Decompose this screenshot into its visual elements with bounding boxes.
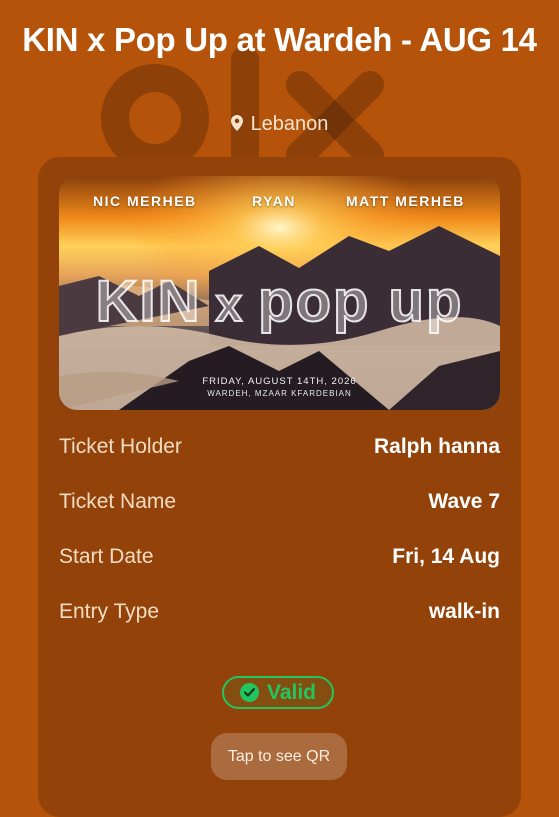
valid-status-label: Valid	[266, 680, 317, 704]
detail-value: Fri, 14 Aug	[392, 545, 500, 568]
detail-row-ticket-name: Ticket Name Wave 7	[59, 490, 500, 520]
poster-artist: MATT MERHEB	[346, 193, 465, 209]
brand-kin: KIN	[95, 268, 202, 335]
valid-status-badge: Valid	[222, 676, 334, 709]
detail-value: Wave 7	[428, 490, 500, 513]
event-title: KIN x Pop Up at Wardeh - AUG 14	[22, 21, 537, 58]
see-qr-label: Tap to see QR	[227, 747, 331, 765]
location-text: Lebanon	[250, 113, 329, 135]
poster-brand: KIN x pop up	[59, 268, 500, 335]
poster-artist: NIC MERHEB	[93, 193, 197, 209]
brand-x: x	[214, 278, 245, 333]
check-circle-icon	[239, 683, 259, 702]
detail-value: walk-in	[428, 600, 500, 623]
see-qr-button[interactable]: Tap to see QR	[211, 733, 347, 780]
detail-label: Ticket Holder	[59, 435, 182, 458]
poster-artist: RYAN	[252, 193, 296, 209]
location-pin-icon	[230, 114, 243, 137]
event-location: Lebanon	[0, 113, 559, 137]
poster-venue: WARDEH, MZAAR KFARDEBIAN	[207, 389, 352, 398]
detail-row-ticket-holder: Ticket Holder Ralph hanna	[59, 435, 500, 465]
detail-label: Ticket Name	[59, 490, 177, 513]
detail-label: Entry Type	[59, 600, 159, 623]
ticket-card: NIC MERHEB RYAN MATT MERHEB KIN x pop up F…	[38, 157, 521, 817]
brand-popup: pop up	[257, 268, 464, 335]
detail-row-entry-type: Entry Type walk-in	[59, 600, 500, 630]
poster-date: FRIDAY, AUGUST 14TH, 2026	[202, 376, 357, 387]
event-poster[interactable]: NIC MERHEB RYAN MATT MERHEB KIN x pop up F…	[59, 176, 500, 410]
detail-row-start-date: Start Date Fri, 14 Aug	[59, 545, 500, 575]
detail-value: Ralph hanna	[373, 435, 500, 458]
detail-label: Start Date	[59, 545, 154, 568]
